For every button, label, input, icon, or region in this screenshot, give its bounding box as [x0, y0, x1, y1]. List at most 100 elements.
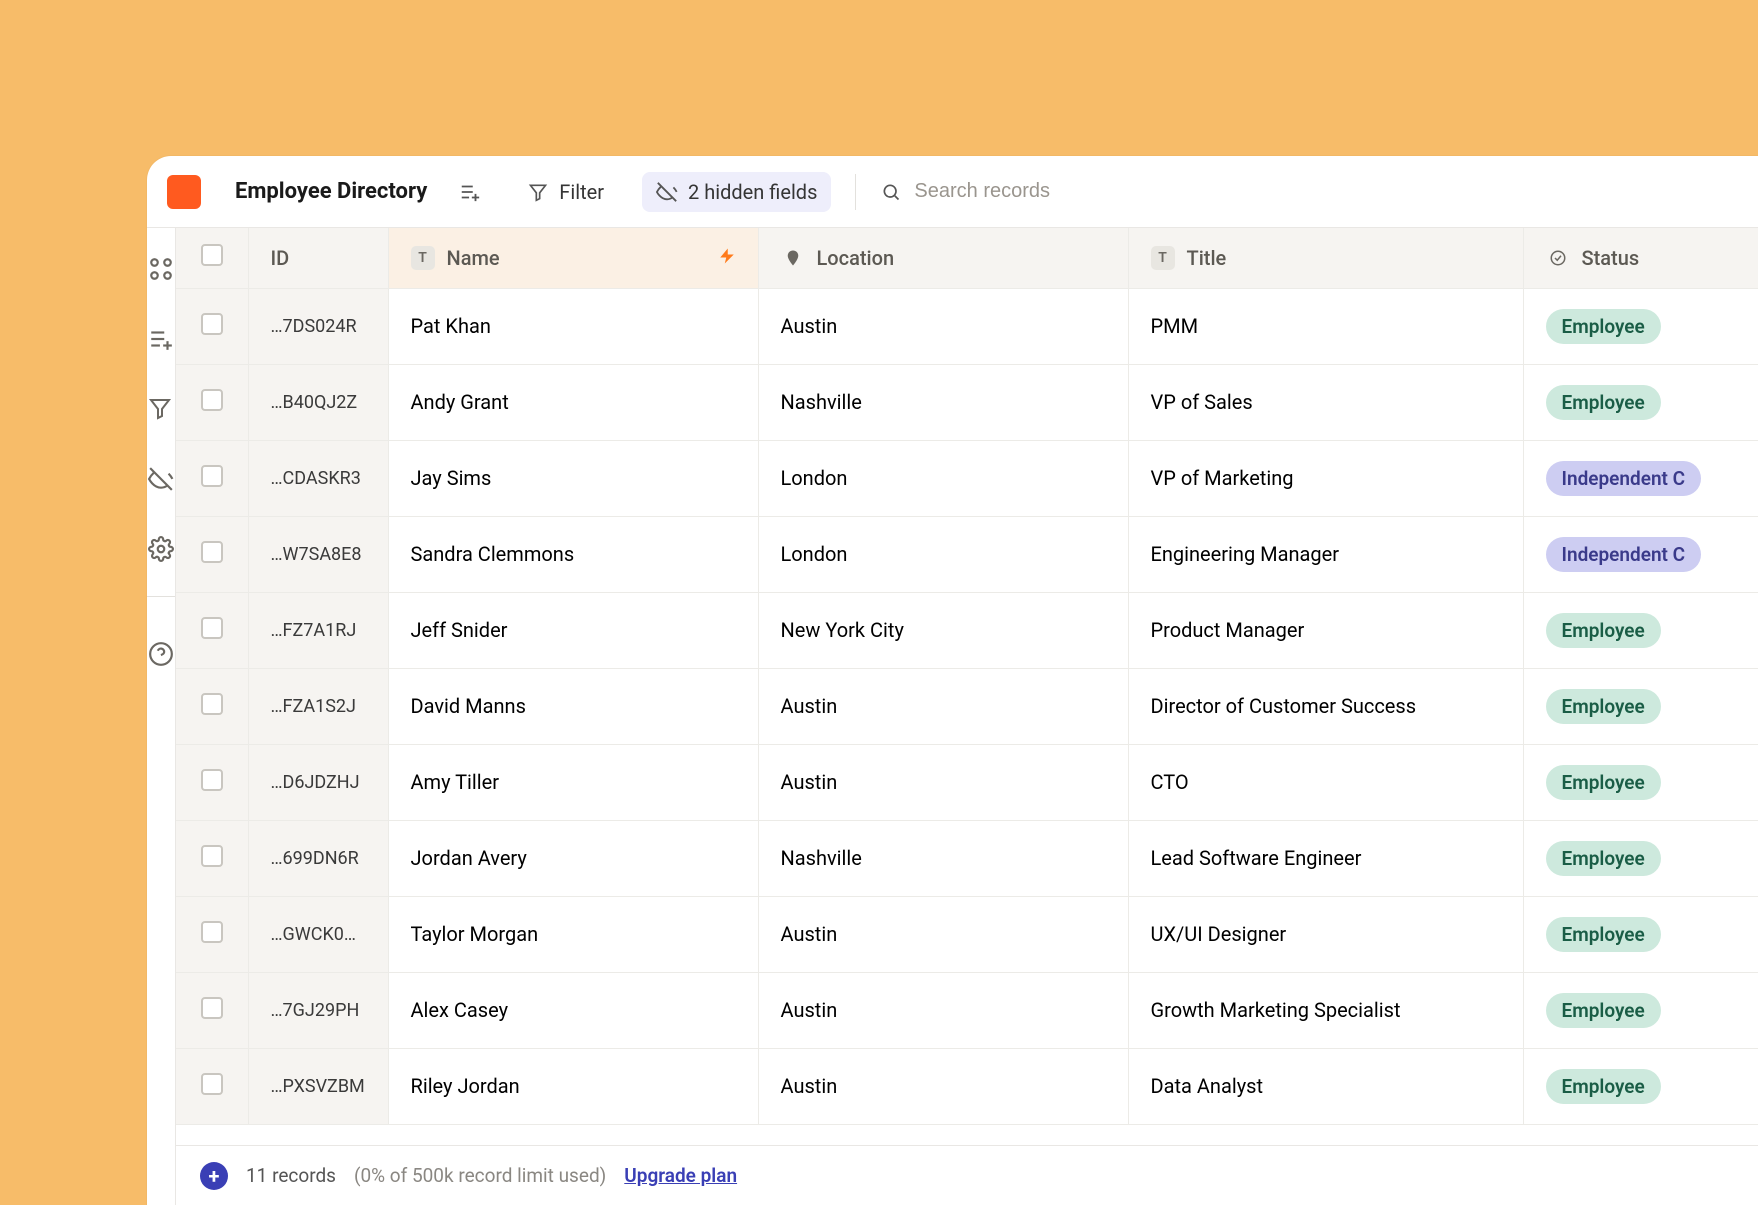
- table-row[interactable]: …D6JDZHJAmy TillerAustinCTOEmployee: [176, 744, 1758, 820]
- header-select-all[interactable]: [176, 228, 248, 288]
- cell-title[interactable]: Product Manager: [1128, 592, 1523, 668]
- help-icon[interactable]: [148, 641, 174, 667]
- cell-id[interactable]: …7DS024R: [248, 288, 388, 364]
- cell-name[interactable]: Jordan Avery: [388, 820, 758, 896]
- row-select[interactable]: [176, 1048, 248, 1124]
- table-row[interactable]: …FZA1S2JDavid MannsAustinDirector of Cus…: [176, 668, 1758, 744]
- rail-eye-off-icon[interactable]: [148, 466, 174, 492]
- table-row[interactable]: …699DN6RJordan AveryNashvilleLead Softwa…: [176, 820, 1758, 896]
- add-record-button[interactable]: +: [200, 1162, 228, 1190]
- cell-title[interactable]: UX/UI Designer: [1128, 896, 1523, 972]
- table-row[interactable]: …7GJ29PHAlex CaseyAustinGrowth Marketing…: [176, 972, 1758, 1048]
- column-header-name[interactable]: T Name: [388, 228, 758, 288]
- cell-location[interactable]: London: [758, 516, 1128, 592]
- cell-location[interactable]: Austin: [758, 744, 1128, 820]
- cell-id[interactable]: …7GJ29PH: [248, 972, 388, 1048]
- checkbox-icon: [201, 845, 223, 867]
- cell-status[interactable]: Employee: [1523, 972, 1758, 1048]
- cell-location[interactable]: Austin: [758, 1048, 1128, 1124]
- cell-status[interactable]: Independent C: [1523, 440, 1758, 516]
- filter-button[interactable]: Filter: [513, 172, 618, 212]
- table-row[interactable]: …PXSVZBMRiley JordanAustinData AnalystEm…: [176, 1048, 1758, 1124]
- filter-icon: [527, 181, 549, 203]
- cell-title[interactable]: CTO: [1128, 744, 1523, 820]
- views-icon[interactable]: [148, 256, 174, 282]
- cell-id[interactable]: …GWCK09W: [248, 896, 388, 972]
- cell-status[interactable]: Employee: [1523, 820, 1758, 896]
- table-row[interactable]: …GWCK09WTaylor MorganAustinUX/UI Designe…: [176, 896, 1758, 972]
- cell-status[interactable]: Employee: [1523, 896, 1758, 972]
- cell-name[interactable]: Sandra Clemmons: [388, 516, 758, 592]
- cell-title[interactable]: Lead Software Engineer: [1128, 820, 1523, 896]
- table-row[interactable]: …W7SA8E8Sandra ClemmonsLondonEngineering…: [176, 516, 1758, 592]
- row-select[interactable]: [176, 516, 248, 592]
- row-select[interactable]: [176, 592, 248, 668]
- cell-title[interactable]: VP of Marketing: [1128, 440, 1523, 516]
- cell-name[interactable]: Andy Grant: [388, 364, 758, 440]
- column-header-id[interactable]: ID: [248, 228, 388, 288]
- cell-name[interactable]: Pat Khan: [388, 288, 758, 364]
- table-row[interactable]: …7DS024RPat KhanAustinPMMEmployee: [176, 288, 1758, 364]
- cell-name[interactable]: Taylor Morgan: [388, 896, 758, 972]
- cell-status[interactable]: Employee: [1523, 288, 1758, 364]
- column-header-status[interactable]: Status: [1523, 228, 1758, 288]
- cell-name[interactable]: Amy Tiller: [388, 744, 758, 820]
- cell-status[interactable]: Employee: [1523, 668, 1758, 744]
- cell-name[interactable]: David Manns: [388, 668, 758, 744]
- cell-status[interactable]: Employee: [1523, 1048, 1758, 1124]
- row-select[interactable]: [176, 668, 248, 744]
- row-select[interactable]: [176, 744, 248, 820]
- cell-name[interactable]: Jay Sims: [388, 440, 758, 516]
- rail-filter-icon[interactable]: [148, 396, 174, 422]
- cell-location[interactable]: Nashville: [758, 820, 1128, 896]
- column-header-title[interactable]: T Title: [1128, 228, 1523, 288]
- row-select[interactable]: [176, 972, 248, 1048]
- settings-icon[interactable]: [148, 536, 174, 562]
- cell-location[interactable]: New York City: [758, 592, 1128, 668]
- upgrade-link[interactable]: Upgrade plan: [624, 1164, 737, 1187]
- row-select[interactable]: [176, 440, 248, 516]
- cell-title[interactable]: Engineering Manager: [1128, 516, 1523, 592]
- cell-title[interactable]: Director of Customer Success: [1128, 668, 1523, 744]
- cell-status[interactable]: Employee: [1523, 364, 1758, 440]
- search-input[interactable]: [914, 180, 1314, 203]
- brand-logo[interactable]: [167, 175, 201, 209]
- cell-id[interactable]: …W7SA8E8: [248, 516, 388, 592]
- cell-title[interactable]: VP of Sales: [1128, 364, 1523, 440]
- cell-location[interactable]: Austin: [758, 972, 1128, 1048]
- cell-name[interactable]: Riley Jordan: [388, 1048, 758, 1124]
- cell-location[interactable]: London: [758, 440, 1128, 516]
- filter-label: Filter: [559, 180, 604, 204]
- cell-title[interactable]: Data Analyst: [1128, 1048, 1523, 1124]
- cell-status[interactable]: Employee: [1523, 744, 1758, 820]
- column-header-location[interactable]: Location: [758, 228, 1128, 288]
- cell-name[interactable]: Jeff Snider: [388, 592, 758, 668]
- table-row[interactable]: …B40QJ2ZAndy GrantNashvilleVP of SalesEm…: [176, 364, 1758, 440]
- row-select[interactable]: [176, 896, 248, 972]
- cell-location[interactable]: Austin: [758, 288, 1128, 364]
- cell-id[interactable]: …B40QJ2Z: [248, 364, 388, 440]
- cell-id[interactable]: …699DN6R: [248, 820, 388, 896]
- cell-status[interactable]: Employee: [1523, 592, 1758, 668]
- cell-title[interactable]: PMM: [1128, 288, 1523, 364]
- row-select[interactable]: [176, 820, 248, 896]
- cell-location[interactable]: Austin: [758, 668, 1128, 744]
- add-field-button[interactable]: [451, 173, 489, 211]
- row-select[interactable]: [176, 288, 248, 364]
- cell-name[interactable]: Alex Casey: [388, 972, 758, 1048]
- cell-id[interactable]: …FZ7A1RJ: [248, 592, 388, 668]
- search-field[interactable]: [880, 180, 1738, 203]
- cell-location[interactable]: Nashville: [758, 364, 1128, 440]
- cell-id[interactable]: …PXSVZBM: [248, 1048, 388, 1124]
- add-list-icon[interactable]: [148, 326, 174, 352]
- cell-status[interactable]: Independent C: [1523, 516, 1758, 592]
- cell-title[interactable]: Growth Marketing Specialist: [1128, 972, 1523, 1048]
- cell-location[interactable]: Austin: [758, 896, 1128, 972]
- table-row[interactable]: …FZ7A1RJJeff SniderNew York CityProduct …: [176, 592, 1758, 668]
- cell-id[interactable]: …FZA1S2J: [248, 668, 388, 744]
- cell-id[interactable]: …D6JDZHJ: [248, 744, 388, 820]
- cell-id[interactable]: …CDASKR3: [248, 440, 388, 516]
- table-row[interactable]: …CDASKR3Jay SimsLondonVP of MarketingInd…: [176, 440, 1758, 516]
- hidden-fields-button[interactable]: 2 hidden fields: [642, 172, 831, 212]
- row-select[interactable]: [176, 364, 248, 440]
